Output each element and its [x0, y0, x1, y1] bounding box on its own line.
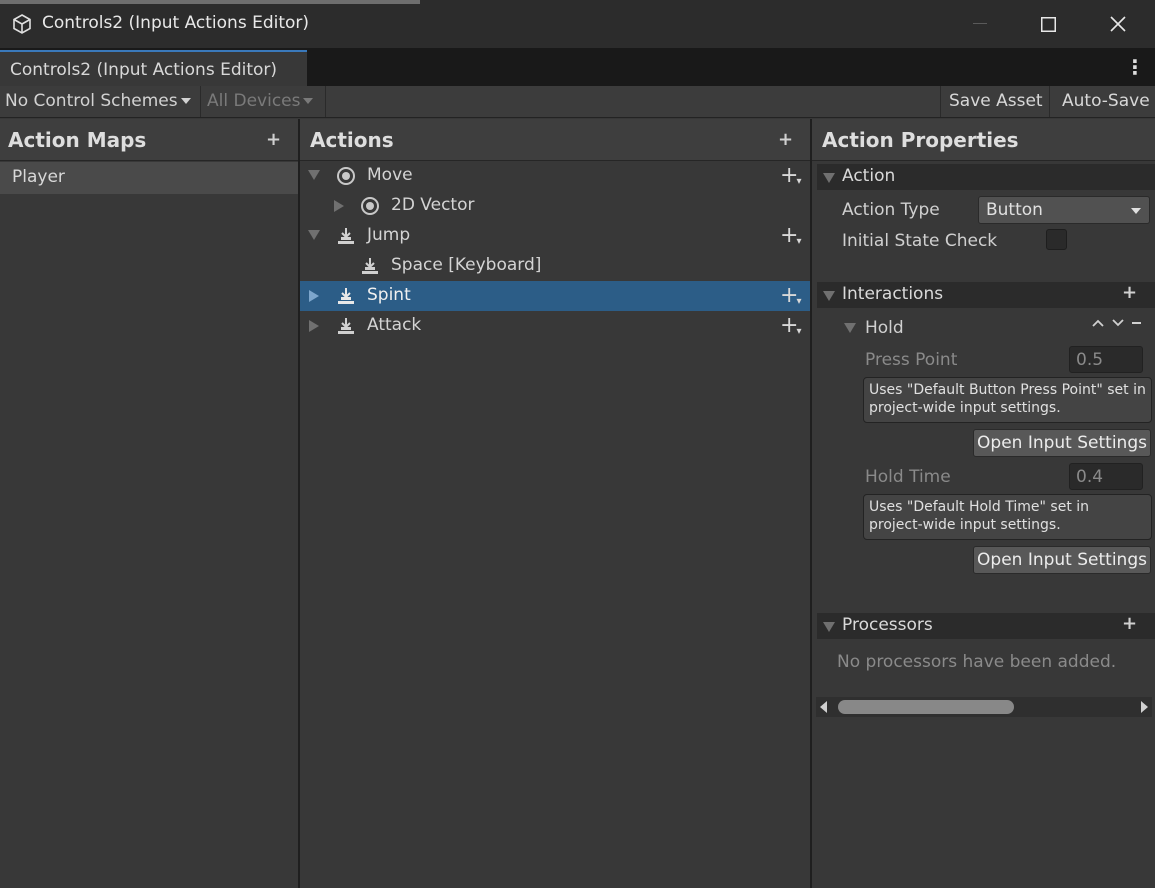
move-up-icon[interactable] — [1091, 318, 1105, 328]
more-options-icon[interactable]: ⋮ — [1124, 54, 1146, 80]
expand-arrow-icon[interactable] — [309, 320, 319, 332]
scrollbar-thumb[interactable] — [838, 700, 1014, 714]
control-schemes-dropdown[interactable]: No Control Schemes — [0, 86, 201, 117]
save-asset-button[interactable]: Save Asset — [940, 86, 1050, 117]
move-down-icon[interactable] — [1111, 318, 1125, 328]
hold-time-label: Hold Time — [865, 467, 951, 487]
action-maps-panel: Action Maps + Player — [0, 119, 298, 888]
action-label: Spint — [367, 285, 411, 305]
add-processor-button[interactable]: + — [1122, 613, 1137, 634]
add-binding-button[interactable]: +▾ — [780, 283, 803, 308]
action-label: Jump — [367, 225, 411, 245]
remove-interaction-icon[interactable] — [1131, 318, 1143, 328]
action-map-item[interactable]: Player — [0, 162, 298, 194]
button-icon — [338, 288, 354, 304]
interactions-section-header[interactable]: Interactions + — [817, 282, 1155, 308]
actions-title: Actions — [310, 128, 394, 152]
action-label: Attack — [367, 315, 422, 335]
add-action-button[interactable]: + — [778, 129, 793, 150]
interactions-section-title: Interactions — [842, 284, 944, 304]
binding-label: Space [Keyboard] — [391, 255, 542, 275]
open-input-settings-button[interactable]: Open Input Settings — [973, 429, 1151, 457]
expand-arrow-icon[interactable] — [309, 290, 319, 302]
action-type-value: Button — [986, 200, 1043, 220]
scroll-right-icon[interactable] — [1141, 701, 1148, 713]
button-icon — [338, 318, 354, 334]
minimize-button[interactable] — [958, 0, 1002, 48]
hold-time-help-box: Uses "Default Hold Time" set in project-… — [863, 494, 1152, 540]
binding-row-space-keyboard[interactable]: Space [Keyboard] — [300, 251, 810, 281]
open-input-settings-button[interactable]: Open Input Settings — [973, 546, 1151, 574]
initial-state-check-checkbox[interactable] — [1046, 229, 1067, 250]
dropdown-caret-icon — [180, 98, 191, 104]
action-row-move[interactable]: Move +▾ — [300, 161, 810, 191]
action-row-spint[interactable]: Spint +▾ — [300, 281, 810, 311]
press-point-field[interactable]: 0.5 — [1069, 346, 1143, 373]
action-type-dropdown[interactable]: Button — [978, 196, 1150, 224]
expand-arrow-icon[interactable] — [334, 200, 344, 212]
press-point-help-box: Uses "Default Button Press Point" set in… — [863, 377, 1152, 423]
horizontal-scrollbar[interactable] — [816, 697, 1152, 717]
devices-label: All Devices — [207, 91, 301, 111]
action-map-label: Player — [12, 167, 65, 187]
action-maps-header: Action Maps + — [0, 119, 298, 161]
foldout-arrow-icon[interactable] — [823, 622, 835, 632]
hold-foldout-arrow-icon[interactable] — [844, 323, 856, 333]
tab-label: Controls2 (Input Actions Editor) — [10, 60, 278, 80]
binding-label: 2D Vector — [391, 195, 475, 215]
button-icon — [338, 228, 354, 244]
add-binding-button[interactable]: +▾ — [780, 223, 803, 248]
processors-section-header[interactable]: Processors + — [817, 613, 1155, 639]
tab-input-actions-editor[interactable]: Controls2 (Input Actions Editor) — [0, 50, 307, 86]
minimize-icon — [973, 23, 987, 24]
scroll-left-icon[interactable] — [820, 701, 827, 713]
action-section-title: Action — [842, 166, 896, 186]
press-point-label: Press Point — [865, 350, 958, 370]
vector-icon — [361, 197, 379, 215]
action-properties-title: Action Properties — [822, 128, 1019, 152]
dropdown-caret-icon — [303, 98, 314, 104]
action-row-jump[interactable]: Jump +▾ — [300, 221, 810, 251]
action-properties-panel: Action Properties Action Action Type But… — [812, 119, 1155, 888]
dropdown-caret-icon — [1131, 208, 1141, 214]
processors-section-title: Processors — [842, 615, 933, 635]
no-processors-message: No processors have been added. — [837, 652, 1117, 672]
unity-icon — [13, 14, 31, 34]
foldout-arrow-icon[interactable] — [823, 173, 835, 183]
window-title: Controls2 (Input Actions Editor) — [42, 13, 310, 33]
hold-time-field[interactable]: 0.4 — [1069, 463, 1143, 490]
expand-arrow-icon[interactable] — [308, 170, 320, 180]
binding-row-2d-vector[interactable]: 2D Vector — [300, 191, 810, 221]
action-section-header[interactable]: Action — [817, 164, 1155, 190]
add-interaction-button[interactable]: + — [1122, 282, 1137, 303]
toolbar: No Control Schemes All Devices Save Asse… — [0, 86, 1155, 118]
maximize-icon — [1040, 16, 1056, 32]
add-binding-button[interactable]: +▾ — [780, 313, 803, 338]
actions-panel: Actions + Move +▾ 2D Vector Jump +▾ Spac… — [300, 119, 810, 888]
action-properties-header: Action Properties — [812, 119, 1155, 161]
maximize-button[interactable] — [1026, 0, 1070, 48]
devices-dropdown[interactable]: All Devices — [202, 86, 326, 117]
control-schemes-label: No Control Schemes — [5, 91, 178, 111]
background-window-strip — [0, 0, 420, 4]
close-icon — [1110, 16, 1126, 32]
close-button[interactable] — [1096, 0, 1140, 48]
add-binding-button[interactable]: +▾ — [780, 163, 803, 188]
add-action-map-button[interactable]: + — [266, 129, 281, 150]
title-bar: Controls2 (Input Actions Editor) — [0, 0, 1155, 48]
foldout-arrow-icon[interactable] — [823, 291, 835, 301]
button-icon — [362, 258, 378, 274]
auto-save-toggle[interactable]: Auto-Save — [1051, 86, 1155, 117]
hold-interaction-title: Hold — [865, 318, 904, 338]
expand-arrow-icon[interactable] — [308, 230, 320, 240]
action-label: Move — [367, 165, 413, 185]
action-row-attack[interactable]: Attack +▾ — [300, 311, 810, 341]
action-type-label: Action Type — [842, 200, 940, 220]
initial-state-check-label: Initial State Check — [842, 231, 998, 251]
actions-header: Actions + — [300, 119, 810, 161]
vector-icon — [337, 167, 355, 185]
action-maps-title: Action Maps — [8, 128, 147, 152]
